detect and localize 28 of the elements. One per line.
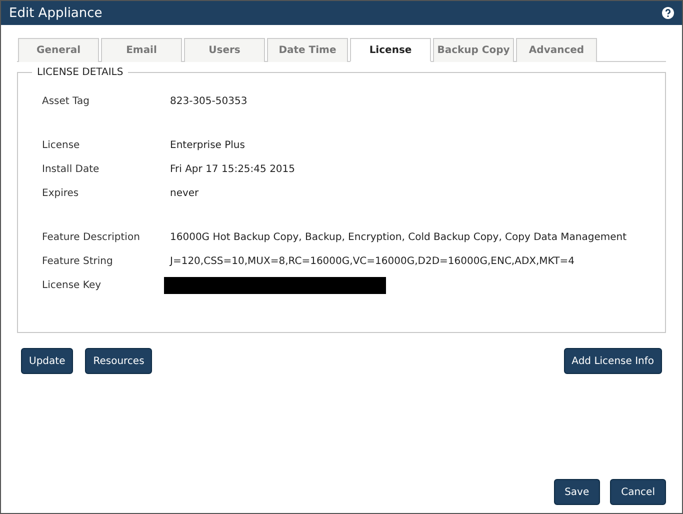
field-label: License Key	[42, 280, 102, 290]
help-icon[interactable]	[662, 7, 674, 19]
field-label: Feature Description	[42, 232, 141, 242]
field-value: 823-305-50353	[170, 96, 248, 106]
tab[interactable]: Users	[184, 38, 265, 62]
action-button[interactable]: Resources	[85, 348, 152, 374]
section-title: LICENSE DETAILS	[36, 67, 124, 78]
field-value: 16000G Hot Backup Copy, Backup, Encryption, Cold Backup Copy, Copy Data Management	[170, 232, 627, 242]
field-value: Enterprise Plus	[170, 140, 245, 150]
field-value: Fri Apr 17 15:25:45 2015	[170, 164, 296, 174]
add-license-button[interactable]: Add License Info	[564, 348, 662, 374]
tab[interactable]: Advanced	[516, 38, 597, 62]
tab[interactable]: Email	[101, 38, 182, 62]
footer-button[interactable]: Cancel	[610, 479, 666, 505]
field-label: Install Date	[42, 164, 100, 174]
field-value: J=120,CSS=10,MUX=8,RC=16000G,VC=16000G,D2D=16000G,ENC,ADX,MKT=4	[170, 256, 574, 266]
tab[interactable]: Backup Copy	[433, 38, 514, 62]
window-title: Edit Appliance	[9, 6, 102, 20]
action-button[interactable]: Update	[21, 348, 74, 374]
field-label: Feature String	[42, 256, 114, 266]
field-value: never	[170, 188, 199, 198]
tab[interactable]: Date Time	[267, 38, 348, 62]
tab[interactable]: License	[350, 38, 431, 62]
tab[interactable]: General	[18, 38, 99, 62]
field-label: Expires	[42, 188, 80, 198]
field-label: Asset Tag	[42, 96, 90, 106]
footer-button[interactable]: Save	[554, 479, 600, 505]
field-label: License	[42, 140, 81, 150]
